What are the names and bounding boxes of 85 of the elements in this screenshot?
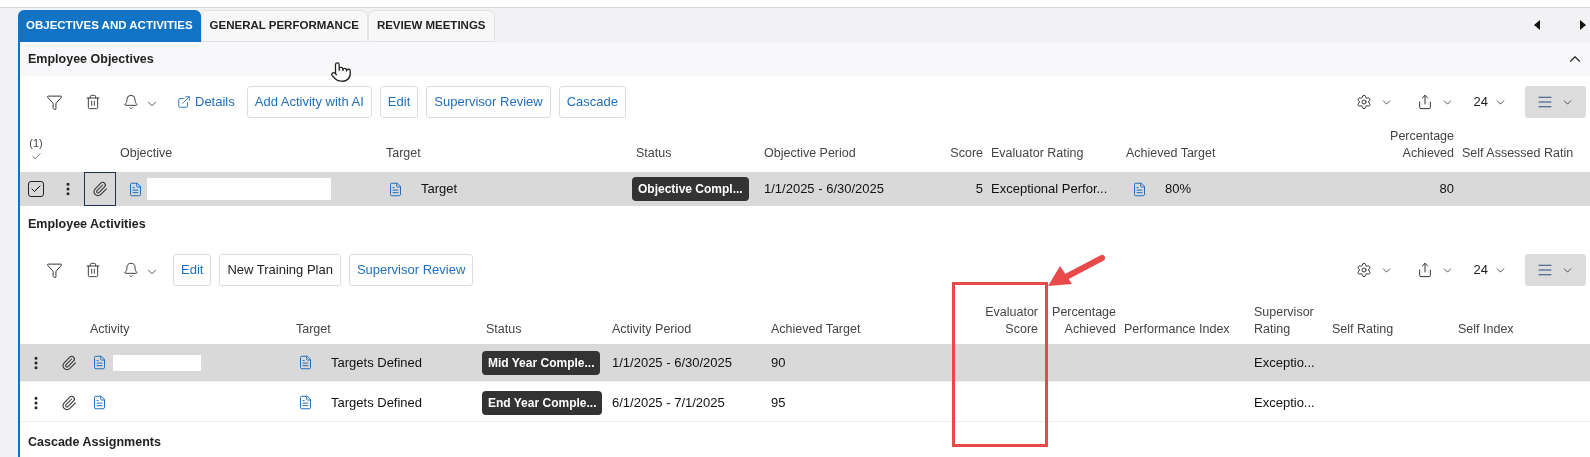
status-badge: Mid Year Comple...: [482, 350, 601, 375]
attachment-icon: [92, 181, 108, 197]
table-cell-text: Targets Defined: [330, 393, 424, 412]
attachment-icon[interactable]: [61, 394, 77, 411]
column-header: Percentage Achieved: [1389, 128, 1455, 162]
table-cell-text: 80%: [1164, 180, 1193, 199]
column-header: Evaluator Score: [984, 304, 1039, 338]
toolbar-button[interactable]: Add Activity with AI: [246, 86, 372, 118]
delete-icon[interactable]: [85, 94, 101, 110]
list-icon: [1537, 262, 1553, 278]
document-icon[interactable]: [298, 395, 313, 410]
document-icon[interactable]: [298, 355, 313, 370]
filter-icon[interactable]: [46, 261, 63, 279]
delete-icon[interactable]: [85, 262, 101, 278]
column-header: Activity: [89, 321, 131, 338]
table-cell-text: Exceptional Perfor...: [990, 180, 1109, 199]
toolbar-button[interactable]: Cascade: [558, 86, 626, 118]
export-icon[interactable]: [1416, 94, 1433, 110]
scroll-right-icon[interactable]: [1580, 20, 1586, 30]
column-header: Supervisor Rating: [1253, 304, 1315, 338]
table-cell-text: 95: [770, 393, 787, 412]
column-header: Self Assessed Ratin: [1461, 145, 1575, 162]
document-icon[interactable]: [388, 181, 403, 197]
tab[interactable]: GENERAL PERFORMANCE: [200, 10, 368, 42]
list-icon: [1537, 94, 1553, 110]
bell-icon[interactable]: [123, 262, 139, 278]
toolbar-button[interactable]: Edit: [173, 254, 212, 286]
attachment-button[interactable]: [84, 172, 116, 206]
toolbar-button[interactable]: Supervisor Review: [426, 86, 551, 118]
document-icon[interactable]: [1132, 181, 1147, 197]
toolbar-button[interactable]: Edit: [379, 86, 419, 118]
tab[interactable]: REVIEW MEETINGS: [367, 10, 495, 42]
status-badge: End Year Comple...: [482, 390, 603, 415]
table-cell-text: 1/1/2025 - 6/30/2025: [763, 180, 885, 199]
toolbar-button[interactable]: New Training Plan: [219, 254, 341, 286]
column-header: Activity Period: [611, 321, 693, 338]
page-size-dropdown[interactable]: 24: [1473, 92, 1507, 112]
section-title: Employee Objectives: [28, 50, 154, 68]
table-cell-text: Exceptio...: [1253, 393, 1316, 412]
details-link[interactable]: Details: [173, 86, 239, 118]
table-cell-text: 1/1/2025 - 6/30/2025: [611, 353, 733, 372]
column-header: Target: [385, 145, 422, 162]
scroll-left-icon[interactable]: [1534, 20, 1540, 30]
column-header: Achieved Target: [1125, 145, 1217, 162]
settings-icon[interactable]: [1355, 262, 1372, 278]
check-icon: [30, 183, 42, 195]
selection-count: (1): [29, 135, 43, 151]
external-link-icon: [177, 95, 191, 109]
column-header: Status: [635, 145, 673, 162]
column-header: Objective Period: [763, 145, 857, 162]
table-cell-text: 80: [1438, 180, 1455, 199]
column-header: Percentage Achieved: [1051, 304, 1117, 338]
table-cell-text: 6/1/2025 - 7/1/2025: [611, 393, 726, 412]
document-icon[interactable]: [92, 395, 107, 410]
column-header: Objective: [119, 145, 174, 162]
table-cell-text: Target: [420, 180, 459, 199]
filter-icon[interactable]: [46, 93, 63, 111]
page-size-dropdown[interactable]: 24: [1473, 260, 1507, 280]
export-icon[interactable]: [1416, 262, 1433, 278]
toolbar-button[interactable]: Supervisor Review: [348, 254, 474, 286]
status-badge: Objective Compl...: [632, 177, 749, 201]
tab[interactable]: OBJECTIVES AND ACTIVITIES: [18, 10, 201, 42]
column-header: Target: [295, 321, 332, 338]
table-cell-text: 5: [974, 180, 984, 199]
column-header: Self Index: [1457, 321, 1515, 338]
column-header: Score: [949, 145, 984, 162]
column-header: Status: [485, 321, 523, 338]
checkbox[interactable]: [28, 181, 44, 197]
table-cell-text: 90: [770, 353, 787, 372]
settings-icon[interactable]: [1355, 94, 1372, 110]
table-row[interactable]: Targets Defined Mid Year Comple... 1/1/2025 - 6/30/2025 90 Exceptio...: [20, 344, 1590, 382]
attachment-icon[interactable]: [61, 354, 77, 371]
column-header: Evaluator Rating: [990, 145, 1085, 162]
section-title: Cascade Assignments: [28, 433, 161, 451]
bell-icon[interactable]: [123, 94, 139, 110]
table-cell-text: Exceptio...: [1253, 353, 1316, 372]
document-icon[interactable]: [92, 355, 107, 370]
column-header: Performance Index: [1123, 321, 1231, 338]
column-header: Achieved Target: [770, 321, 862, 338]
section-title: Employee Activities: [28, 215, 146, 233]
check-icon[interactable]: [30, 151, 42, 162]
document-icon[interactable]: [128, 181, 143, 197]
table-row[interactable]: Target Objective Compl... 1/1/2025 - 6/30/2025 5 Exceptional Perfor... 80% 80: [20, 172, 1590, 206]
table-cell-text: Targets Defined: [330, 353, 424, 372]
column-header: Self Rating: [1331, 321, 1395, 338]
